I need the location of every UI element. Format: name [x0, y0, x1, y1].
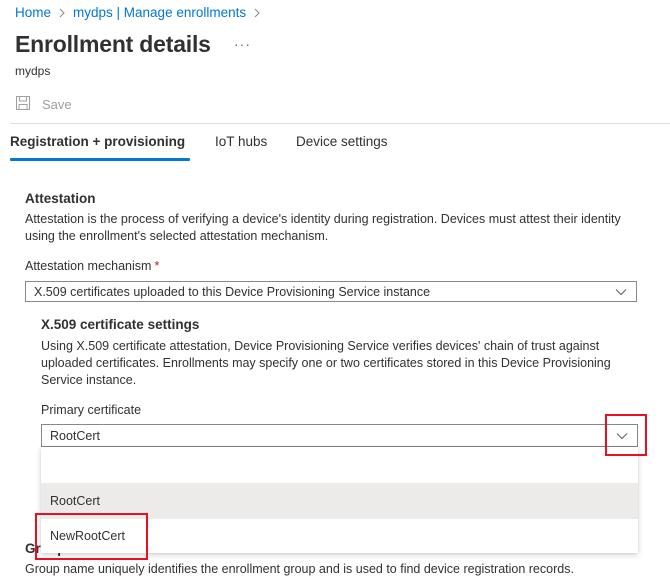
breadcrumb-home-link[interactable]: Home [15, 5, 51, 20]
active-tab-indicator [10, 158, 190, 161]
attestation-mechanism-dropdown[interactable]: X.509 certificates uploaded to this Devi… [25, 281, 637, 302]
toolbar-divider [10, 123, 670, 124]
attestation-mechanism-value: X.509 certificates uploaded to this Devi… [34, 284, 431, 299]
chevron-down-icon[interactable] [607, 432, 637, 440]
primary-certificate-value: RootCert [50, 428, 101, 443]
primary-certificate-label: Primary certificate [41, 403, 142, 417]
dropdown-option-rootcert[interactable]: RootCert [41, 483, 638, 519]
attestation-description: Attestation is the process of verifying … [25, 212, 621, 243]
primary-certificate-dropdown[interactable]: RootCert [41, 424, 638, 447]
attestation-heading: Attestation [25, 191, 96, 206]
breadcrumb: Home mydps | Manage enrollments [15, 5, 268, 20]
primary-certificate-options-list: RootCert NewRootCert [41, 447, 638, 553]
x509-settings-heading: X.509 certificate settings [41, 317, 200, 332]
tab-iot-hubs[interactable]: IoT hubs [215, 134, 267, 149]
page-title: Enrollment details [15, 31, 211, 57]
save-button[interactable]: Save [16, 96, 72, 113]
save-label: Save [42, 97, 72, 112]
x509-settings-description: Using X.509 certificate attestation, Dev… [41, 339, 611, 387]
tab-device-settings[interactable]: Device settings [296, 134, 388, 149]
chevron-right-icon [253, 8, 261, 18]
chevron-down-icon[interactable] [606, 288, 636, 296]
save-icon [16, 96, 42, 113]
group-name-description: Group name uniquely identifies the enrol… [25, 562, 574, 576]
attestation-mechanism-label-text: Attestation mechanism [25, 259, 152, 273]
more-options-button[interactable]: ··· [234, 36, 251, 52]
chevron-right-icon [58, 8, 66, 18]
dropdown-option-newrootcert[interactable]: NewRootCert [41, 519, 638, 553]
page-subtitle: mydps [15, 64, 51, 78]
tab-registration-provisioning[interactable]: Registration + provisioning [10, 134, 185, 149]
dropdown-option-empty[interactable] [41, 447, 638, 483]
attestation-mechanism-label: Attestation mechanism * [25, 259, 159, 273]
required-indicator: * [154, 259, 160, 273]
breadcrumb-enrollments-link[interactable]: mydps | Manage enrollments [73, 5, 246, 20]
